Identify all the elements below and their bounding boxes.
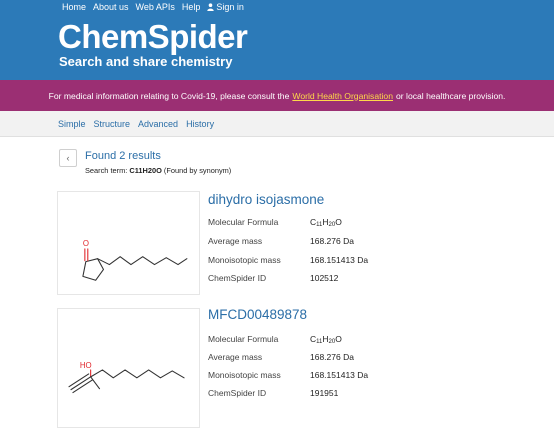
monoisotopic-mass-value: 168.151413 Da xyxy=(310,255,369,265)
monoisotopic-mass-value: 168.151413 Da xyxy=(310,370,369,380)
nav-webapis-link[interactable]: Web APIs xyxy=(136,2,175,12)
tab-advanced[interactable]: Advanced xyxy=(138,119,178,129)
average-mass-label: Average mass xyxy=(208,352,263,362)
results-count: Found 2 results xyxy=(85,150,161,162)
average-mass-value: 168.276 Da xyxy=(310,236,354,246)
formula-label: Molecular Formula xyxy=(208,334,279,344)
user-icon xyxy=(207,3,215,11)
monoisotopic-mass-label: Monoisotopic mass xyxy=(208,255,281,265)
chemspider-id-value: 102512 xyxy=(310,273,339,283)
who-link[interactable]: World Health Organisation xyxy=(292,91,393,101)
search-term-note: (Found by synonym) xyxy=(163,166,232,175)
sign-in-label: Sign in xyxy=(216,2,244,12)
tab-history[interactable]: History xyxy=(186,119,214,129)
hydroxyl-atom-label: HO xyxy=(80,361,92,370)
chemspider-id-value: 191951 xyxy=(310,388,339,398)
formula-value: C11H20O xyxy=(310,217,342,228)
back-button[interactable]: ‹ xyxy=(59,149,77,167)
average-mass-value: 168.276 Da xyxy=(310,352,354,362)
chemspider-id-label: ChemSpider ID xyxy=(208,388,267,398)
monoisotopic-mass-label: Monoisotopic mass xyxy=(208,370,281,380)
mfcd00489878-structure-icon: HO xyxy=(68,361,185,394)
nav-home-link[interactable]: Home xyxy=(62,2,86,12)
site-header: Home About us Web APIs Help Sign in Chem… xyxy=(0,0,554,80)
banner-text-before: For medical information relating to Covi… xyxy=(48,90,290,101)
site-tagline: Search and share chemistry xyxy=(59,54,233,69)
sign-in-link[interactable]: Sign in xyxy=(207,2,244,12)
dihydro-isojasmone-structure-icon: O xyxy=(82,239,188,281)
search-term-label: Search term: xyxy=(85,166,128,175)
compound-name-1[interactable]: dihydro isojasmone xyxy=(208,192,324,207)
compound-name-2[interactable]: MFCD00489878 xyxy=(208,307,307,322)
banner-text-after: or local healthcare provision. xyxy=(396,90,506,101)
search-term-line: Search term: C11H20O (Found by synonym) xyxy=(85,166,231,175)
nav-about-link[interactable]: About us xyxy=(93,2,129,12)
tab-structure[interactable]: Structure xyxy=(94,119,131,129)
structure-image-1[interactable]: O xyxy=(57,191,200,295)
formula-value: C11H20O xyxy=(310,334,342,345)
formula-label: Molecular Formula xyxy=(208,217,279,227)
top-navigation: Home About us Web APIs Help Sign in xyxy=(62,0,244,14)
search-type-nav: Simple Structure Advanced History xyxy=(0,111,554,137)
nav-help-link[interactable]: Help xyxy=(182,2,201,12)
structure-image-2[interactable]: HO xyxy=(57,308,200,428)
oxygen-atom-label: O xyxy=(83,239,89,248)
chevron-left-icon: ‹ xyxy=(66,153,70,163)
average-mass-label: Average mass xyxy=(208,236,263,246)
tab-simple[interactable]: Simple xyxy=(58,119,86,129)
covid-banner: For medical information relating to Covi… xyxy=(0,80,554,111)
chemspider-id-label: ChemSpider ID xyxy=(208,273,267,283)
search-term-value: C11H20O xyxy=(129,166,162,175)
chemspider-logo[interactable]: ChemSpider xyxy=(58,18,248,56)
